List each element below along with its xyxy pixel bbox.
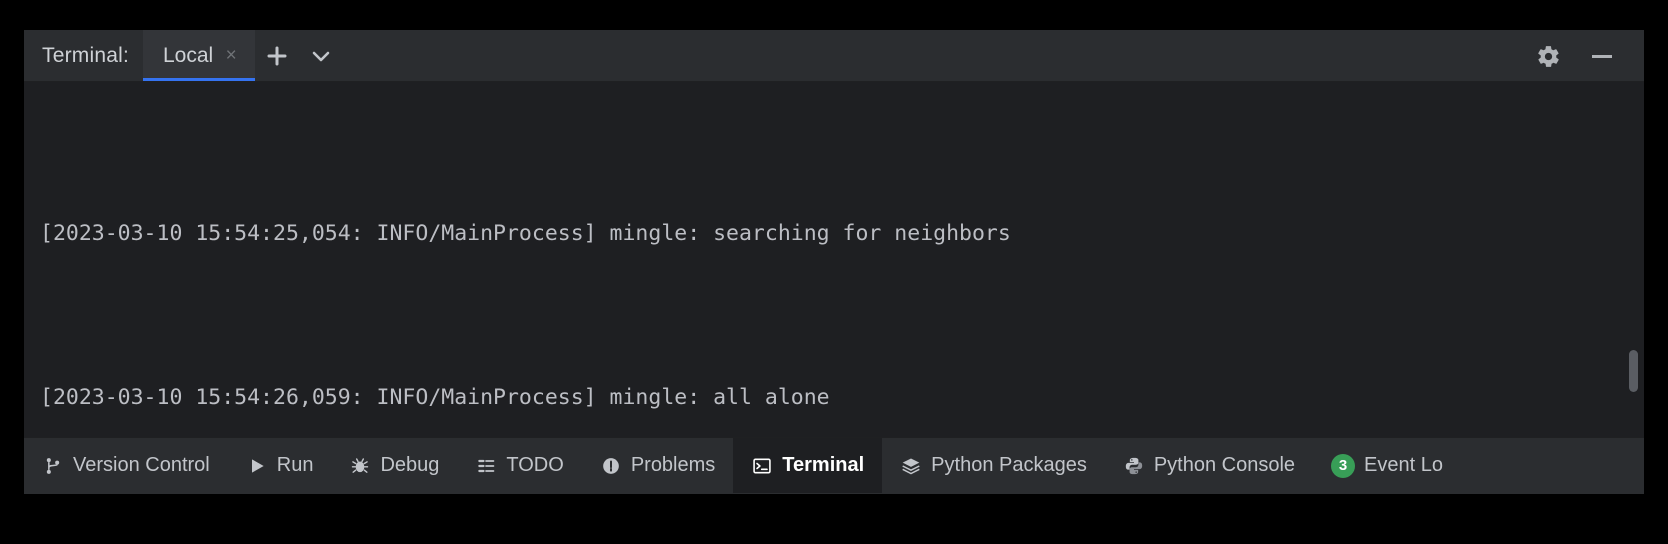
status-item-label: Event Lo <box>1364 454 1443 476</box>
terminal-tab-label: Local <box>163 43 214 67</box>
packages-icon <box>900 455 922 477</box>
status-item-run[interactable]: Run <box>228 438 332 493</box>
add-terminal-tab-button[interactable] <box>255 30 299 81</box>
status-item-problems[interactable]: Problems <box>582 438 733 493</box>
terminal-tab-local[interactable]: Local × <box>143 30 256 81</box>
status-item-label: Run <box>276 454 314 476</box>
tool-window-status-bar: Version Control Run Debug TODO Problems … <box>24 437 1644 493</box>
terminal-tabs-dropdown-button[interactable] <box>299 30 343 81</box>
status-item-label: Problems <box>630 454 716 476</box>
gear-icon-glyph <box>1537 45 1559 67</box>
terminal-line-text: [2023-03-10 15:54:26,059: INFO/MainProce… <box>40 385 830 410</box>
terminal-line: [2023-03-10 15:54:26,059: INFO/MainProce… <box>40 377 1644 418</box>
status-item-label: Version Control <box>73 454 210 476</box>
chevron-down-icon <box>312 51 330 61</box>
status-item-python-console[interactable]: Python Console <box>1105 438 1313 493</box>
python-icon <box>1123 455 1145 477</box>
list-icon <box>475 455 497 477</box>
close-icon[interactable]: × <box>223 46 239 65</box>
play-icon <box>246 455 268 477</box>
status-item-event-log[interactable]: 3 Event Lo <box>1313 438 1461 493</box>
plus-icon <box>267 46 287 65</box>
terminal-line: [2023-03-10 15:54:25,054: INFO/MainProce… <box>40 213 1644 254</box>
status-item-label: Python Packages <box>931 454 1087 476</box>
terminal-toolwindow-header: Terminal: Local × 启动worker服务 <box>24 30 1644 114</box>
status-item-label: Python Console <box>1153 454 1296 476</box>
status-item-todo[interactable]: TODO <box>457 438 581 493</box>
terminal-title: Terminal: <box>42 43 129 67</box>
bug-icon <box>349 455 371 477</box>
branch-icon <box>42 455 64 477</box>
status-item-label: Terminal <box>782 454 865 476</box>
warning-circle-icon <box>600 455 622 477</box>
terminal-lines: [2023-03-10 15:54:25,054: INFO/MainProce… <box>24 90 1644 437</box>
status-item-label: Debug <box>380 454 440 476</box>
status-item-label: TODO <box>506 454 564 476</box>
status-item-debug[interactable]: Debug <box>331 438 457 493</box>
gear-icon[interactable] <box>1526 44 1570 69</box>
terminal-header-actions <box>1526 30 1644 82</box>
minimize-button[interactable] <box>1580 54 1624 58</box>
terminal-line-text: [2023-03-10 15:54:25,054: INFO/MainProce… <box>40 221 1011 246</box>
status-item-terminal[interactable]: Terminal <box>733 438 883 493</box>
event-log-badge: 3 <box>1331 453 1356 478</box>
terminal-output-panel[interactable]: [2023-03-10 15:54:25,054: INFO/MainProce… <box>24 82 1644 437</box>
terminal-icon <box>751 455 773 477</box>
status-item-version-control[interactable]: Version Control <box>24 438 228 493</box>
terminal-scrollbar-thumb[interactable] <box>1629 350 1638 392</box>
minimize-icon <box>1592 54 1612 58</box>
ide-tool-window: Terminal: Local × 启动worker服务 <box>24 30 1644 494</box>
status-item-python-packages[interactable]: Python Packages <box>882 438 1105 493</box>
